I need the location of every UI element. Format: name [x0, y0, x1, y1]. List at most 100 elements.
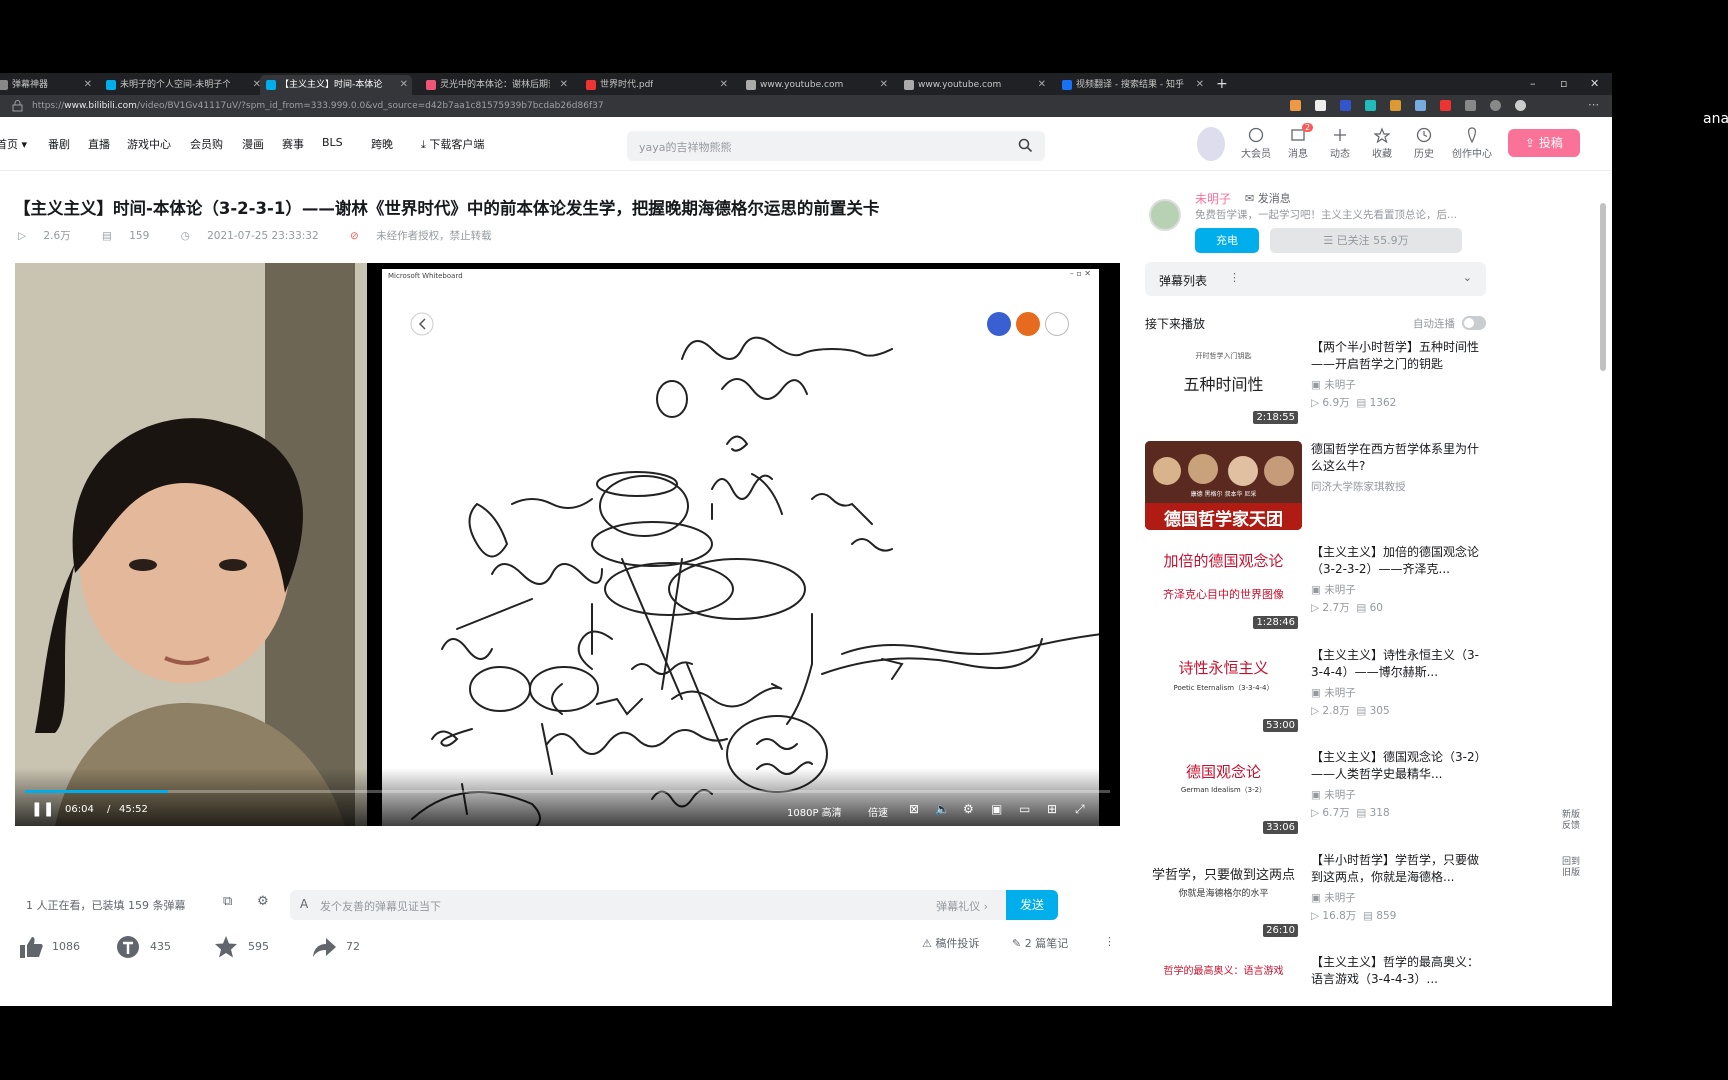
dynamic-link[interactable]: 动态: [1320, 127, 1360, 160]
recommend-title[interactable]: 德国哲学在西方哲学体系里为什么这么牛?: [1311, 441, 1487, 475]
back-to-old-link[interactable]: 回到旧版: [1561, 857, 1581, 879]
follow-button[interactable]: ☰ 已关注 55.9万: [1270, 228, 1462, 253]
close-tab-icon[interactable]: ✕: [1196, 75, 1204, 95]
chevron-down-icon[interactable]: ⌄: [1463, 271, 1472, 284]
extension-icon[interactable]: [1340, 100, 1351, 111]
nav-game[interactable]: 游戏中心: [127, 136, 171, 152]
text-style-icon[interactable]: A: [300, 897, 308, 911]
extension-icon[interactable]: [1440, 100, 1451, 111]
close-tab-icon[interactable]: ✕: [1038, 75, 1046, 95]
danmaku-settings-icon[interactable]: ⚙: [257, 894, 269, 909]
recommend-thumbnail[interactable]: 康德 黑格尔 叔本华 尼采 德国哲学家天团: [1145, 441, 1302, 530]
uploader-name[interactable]: 未明子: [1195, 190, 1231, 207]
profile-avatar[interactable]: [1515, 100, 1526, 111]
quality-button[interactable]: 1080P 高清: [787, 804, 842, 819]
browser-tab[interactable]: 视频翻译 - 搜索结果 - 知乎 ✕: [1056, 75, 1208, 95]
close-tab-icon[interactable]: ✕: [400, 75, 408, 95]
recommend-title[interactable]: 【半小时哲学】学哲学，只要做到这两点，你就是海德格...: [1311, 852, 1487, 886]
danmaku-toggle-icon[interactable]: ⊠: [909, 802, 919, 816]
report-button[interactable]: ⚠ 稿件投诉: [922, 935, 979, 951]
nav-manga[interactable]: 漫画: [242, 136, 264, 152]
pause-icon[interactable]: ❚❚: [31, 801, 54, 817]
recommend-uploader[interactable]: ▣ 未明子: [1311, 685, 1356, 700]
recommend-item[interactable]: 哲学的最高奥义：语言游戏 【主义主义】哲学的最高奥义：语言游戏（3-4-4-3）…: [1145, 954, 1485, 1006]
recommend-uploader[interactable]: 同济大学陈家琪教授: [1311, 479, 1406, 494]
browser-tab[interactable]: www.youtube.com ✕: [740, 75, 892, 95]
nav-home[interactable]: 首页 ▾: [0, 136, 27, 152]
history-link[interactable]: 历史: [1404, 127, 1444, 160]
close-tab-icon[interactable]: ✕: [560, 75, 568, 95]
notes-button[interactable]: ✎ 2 篇笔记: [1012, 935, 1068, 951]
autoplay-toggle[interactable]: [1462, 316, 1486, 330]
feedback-link[interactable]: 新版反馈: [1561, 810, 1581, 832]
recommend-item[interactable]: 德国观念论 German Idealism（3-2） 33:06 【主义主义】德…: [1145, 749, 1487, 839]
close-window-button[interactable]: ✕: [1590, 75, 1599, 93]
search-box[interactable]: yaya的吉祥物熊熊: [627, 131, 1045, 161]
recommend-uploader[interactable]: ▣ 未明子: [1311, 890, 1356, 905]
nav-mall[interactable]: 会员购: [190, 136, 223, 152]
minimize-button[interactable]: –: [1530, 75, 1536, 93]
nav-gala[interactable]: 跨晚: [371, 136, 393, 152]
close-tab-icon[interactable]: ✕: [84, 75, 92, 95]
more-actions-icon[interactable]: ⋮: [1104, 935, 1115, 948]
like-button[interactable]: 1086: [18, 935, 80, 959]
browser-tab[interactable]: 灵光中的本体论：谢林后期哲学✕: [420, 75, 572, 95]
recommend-item[interactable]: 学哲学，只要做到这两点 你就是海德格尔的水平 26:10 【半小时哲学】学哲学，…: [1145, 852, 1485, 942]
recommend-thumbnail[interactable]: 诗性永恒主义 Poetic Eternalism（3-3-4-4） 53:00: [1145, 647, 1302, 736]
danmaku-display-icon[interactable]: ⧉: [223, 894, 232, 909]
recommend-thumbnail[interactable]: 开时哲学入门钥匙 五种时间性 2:18:55: [1145, 339, 1302, 428]
recommend-item[interactable]: 诗性永恒主义 Poetic Eternalism（3-3-4-4） 53:00 …: [1145, 647, 1485, 737]
video-player[interactable]: Microsoft Whiteboard – ▫ ✕ ❚❚ 06:04 / 45…: [15, 263, 1120, 826]
recommend-thumbnail[interactable]: 加倍的德国观念论 齐泽克心目中的世界图像 1:28:46: [1145, 544, 1302, 633]
recommend-thumbnail[interactable]: 哲学的最高奥义：语言游戏: [1145, 954, 1302, 1006]
recommend-item[interactable]: 加倍的德国观念论 齐泽克心目中的世界图像 1:28:46 【主义主义】加倍的德国…: [1145, 544, 1485, 634]
extension-icon[interactable]: [1415, 100, 1426, 111]
close-tab-icon[interactable]: ✕: [720, 75, 728, 95]
recommend-thumbnail[interactable]: 德国观念论 German Idealism（3-2） 33:06: [1145, 749, 1302, 838]
recommend-title[interactable]: 【主义主义】德国观念论（3-2）——人类哲学史最精华...: [1311, 749, 1487, 783]
pip-icon[interactable]: ▣: [991, 802, 1002, 816]
charge-button[interactable]: 充电: [1195, 228, 1259, 253]
close-tab-icon[interactable]: ✕: [880, 75, 888, 95]
coin-button[interactable]: 435: [116, 935, 171, 959]
recommend-thumbnail[interactable]: 学哲学，只要做到这两点 你就是海德格尔的水平 26:10: [1145, 852, 1302, 941]
nav-bls[interactable]: BLS: [322, 136, 343, 149]
history-icon[interactable]: [1490, 100, 1501, 111]
recommend-uploader[interactable]: ▣ 未明子: [1311, 582, 1356, 597]
maximize-button[interactable]: ▫: [1560, 75, 1567, 93]
recommend-item[interactable]: 康德 黑格尔 叔本华 尼采 德国哲学家天团 德国哲学在西方哲学体系里为什么这么牛…: [1145, 441, 1485, 531]
message-link[interactable]: 消息 2: [1278, 123, 1318, 160]
send-message-link[interactable]: ✉ 发消息: [1245, 190, 1291, 206]
url-text[interactable]: https://www.bilibili.com/video/BV1Gv4111…: [32, 99, 604, 113]
extension-icon[interactable]: [1390, 100, 1401, 111]
extension-icon[interactable]: [1290, 100, 1301, 111]
uploader-avatar[interactable]: [1149, 199, 1181, 231]
browser-tab[interactable]: www.youtube.com ✕: [898, 75, 1050, 95]
user-avatar[interactable]: [1197, 127, 1225, 161]
webfullscreen-icon[interactable]: ⊞: [1047, 802, 1057, 816]
widescreen-icon[interactable]: ▭: [1019, 802, 1030, 816]
new-tab-button[interactable]: +: [1216, 75, 1228, 93]
search-icon[interactable]: [1018, 138, 1033, 153]
danmaku-input[interactable]: A 发个友善的弹幕见证当下 弹幕礼仪 › 发送: [290, 890, 1058, 920]
recommend-title[interactable]: 【主义主义】哲学的最高奥义：语言游戏（3-4-4-3）...: [1311, 954, 1487, 988]
upload-button[interactable]: ⇪ 投稿: [1508, 129, 1580, 157]
menu-dots-icon[interactable]: ⋯: [1588, 98, 1599, 111]
vip-link[interactable]: 大会员: [1236, 127, 1276, 160]
recommend-item[interactable]: 开时哲学入门钥匙 五种时间性 2:18:55 【两个半小时哲学】五种时间性——开…: [1145, 339, 1485, 429]
recommend-title[interactable]: 【主义主义】诗性永恒主义（3-3-4-4）——博尔赫斯...: [1311, 647, 1487, 681]
extension-icon[interactable]: [1465, 100, 1476, 111]
fullscreen-icon[interactable]: ⤢: [1075, 802, 1085, 817]
recommend-title[interactable]: 【主义主义】加倍的德国观念论（3-2-3-2）——齐泽克...: [1311, 544, 1487, 578]
creator-link[interactable]: 创作中心: [1446, 127, 1498, 160]
scrollbar[interactable]: [1600, 203, 1606, 371]
extension-icon[interactable]: [1365, 100, 1376, 111]
recommend-title[interactable]: 【两个半小时哲学】五种时间性——开启哲学之门的钥匙: [1311, 339, 1487, 373]
browser-tab[interactable]: 世界时代.pdf ✕: [580, 75, 732, 95]
danmaku-list-panel[interactable]: 弹幕列表 ⋮ ⌄: [1145, 262, 1486, 296]
settings-icon[interactable]: ⚙: [963, 802, 974, 816]
recommend-uploader[interactable]: ▣ 未明子: [1311, 377, 1356, 392]
favorite-link[interactable]: 收藏: [1362, 127, 1402, 160]
nav-download[interactable]: ⤓ 下载客户端: [421, 136, 484, 152]
browser-tab-active[interactable]: 【主义主义】时间-本体论 ✕: [260, 75, 412, 95]
